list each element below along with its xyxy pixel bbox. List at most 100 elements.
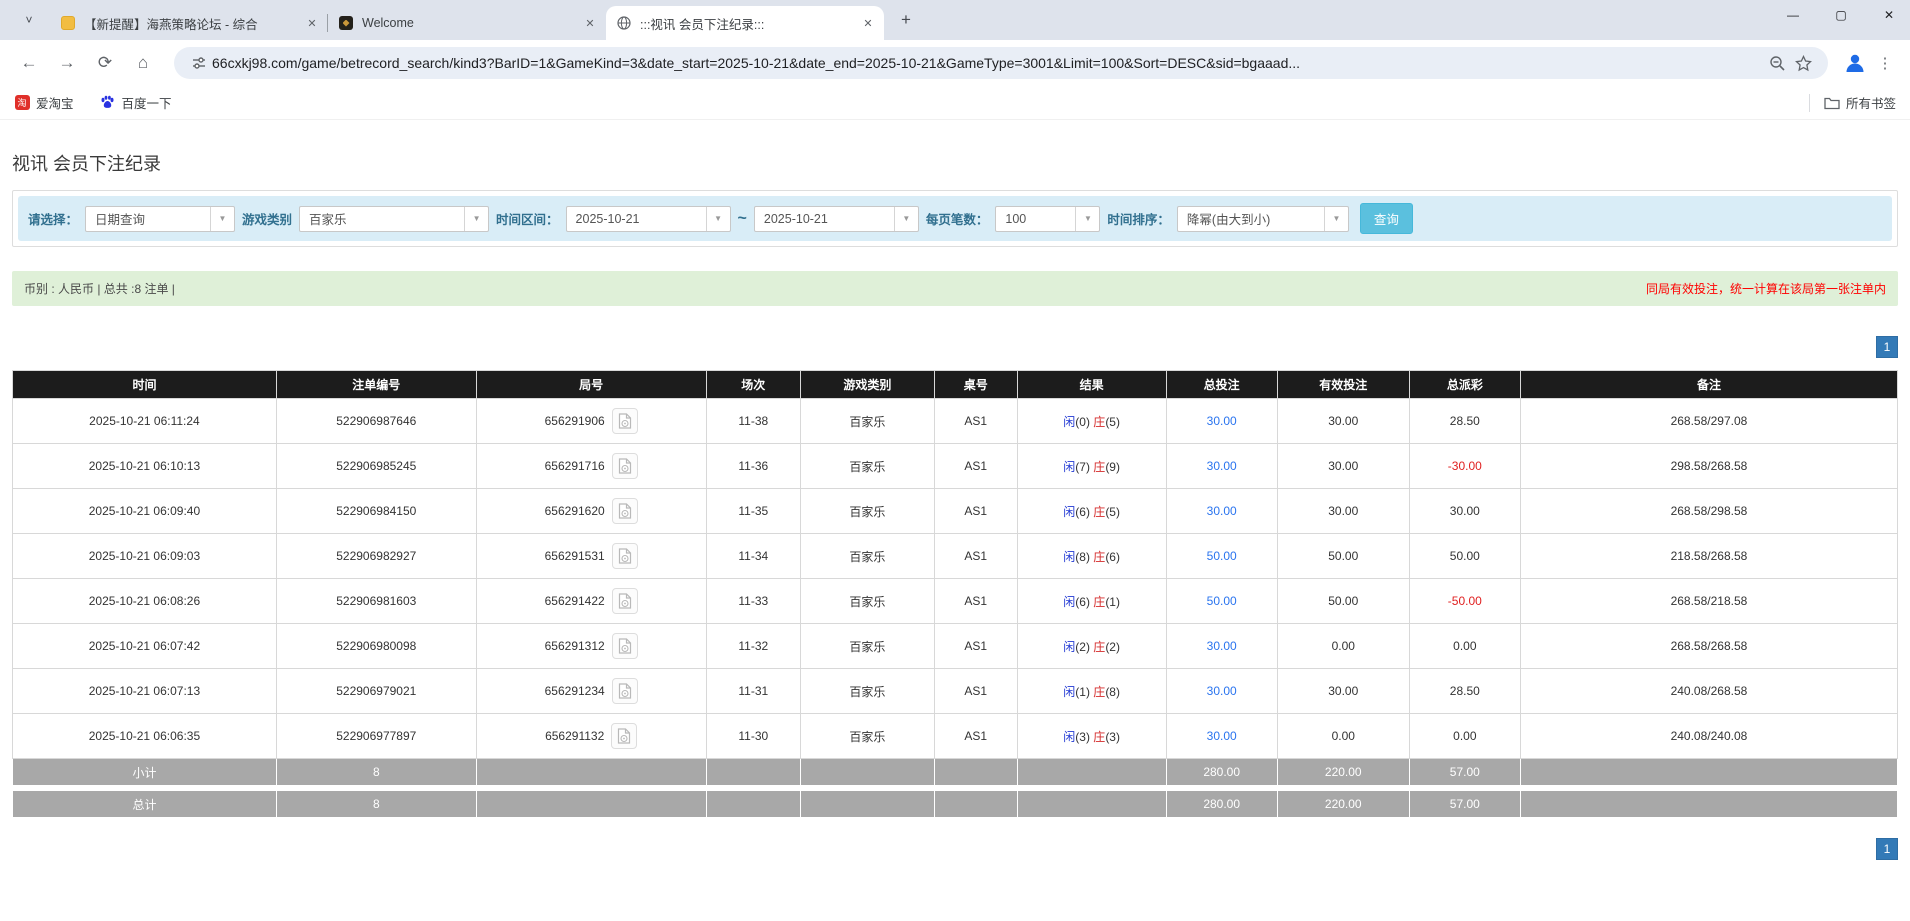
reload-button[interactable]: ⟳ <box>90 48 120 78</box>
cell-bet-id: 522906981603 <box>275 578 477 624</box>
bookmark-star-icon[interactable] <box>1790 54 1816 72</box>
cell-table-no: AS1 <box>933 713 1018 759</box>
forward-button[interactable]: → <box>52 48 82 78</box>
result-banker: 庄 <box>1093 639 1106 654</box>
cell-round: 656291422 <box>475 578 707 624</box>
all-bookmarks-button[interactable]: 所有书签 <box>1846 93 1896 112</box>
cell-table-no: AS1 <box>933 488 1018 534</box>
cell-valid-bet: 0.00 <box>1276 713 1410 759</box>
address-bar[interactable]: 66cxkj98.com/game/betrecord_search/kind3… <box>174 47 1828 79</box>
zoom-out-icon[interactable] <box>1764 55 1790 72</box>
cell-total-bet-link[interactable]: 30.00 <box>1165 443 1278 489</box>
footer-cell <box>475 758 707 786</box>
bookmark-aitaobao[interactable]: 淘 爱淘宝 <box>14 93 74 112</box>
cell-valid-bet: 30.00 <box>1276 443 1410 489</box>
cell-total-bet-link[interactable]: 30.00 <box>1165 488 1278 534</box>
video-record-icon[interactable] <box>611 588 638 614</box>
column-header: 有效投注 <box>1276 370 1410 399</box>
table-row: 2025-10-21 06:07:42 522906980098 656291312… <box>12 623 1899 669</box>
filter-panel: 请选择： 日期查询 ▼ 游戏类别 百家乐 ▼ 时间区间： 2025-10-21 ▼ ~… <box>12 190 1898 247</box>
tab-close-icon[interactable]: ✕ <box>304 15 320 31</box>
tab-forum[interactable]: 【新提醒】海燕策略论坛 - 综合 ✕ <box>50 6 328 40</box>
cell-note: 298.58/268.58 <box>1519 443 1899 489</box>
sort-select[interactable]: 降幂(由大到小) ▼ <box>1176 205 1349 232</box>
cell-session: 11-36 <box>705 443 801 489</box>
cell-time: 2025-10-21 06:09:03 <box>12 533 277 579</box>
result-banker-points: (9) <box>1105 459 1120 474</box>
cell-payout: 30.00 <box>1408 488 1521 534</box>
video-record-icon[interactable] <box>611 453 638 479</box>
tab-bet-records[interactable]: :::视讯 会员下注纪录::: ✕ <box>606 6 884 40</box>
folder-icon <box>1824 95 1840 111</box>
cell-note: 268.58/298.58 <box>1519 488 1899 534</box>
cell-session: 11-38 <box>705 398 801 444</box>
bookmark-baidu[interactable]: 百度一下 <box>100 93 172 112</box>
result-player: 闲 <box>1063 414 1076 429</box>
home-button[interactable]: ⌂ <box>128 48 158 78</box>
tab-close-icon[interactable]: ✕ <box>582 15 598 31</box>
cell-total-bet-link[interactable]: 30.00 <box>1165 668 1278 714</box>
result-player-points: (6) <box>1075 504 1090 519</box>
video-record-icon[interactable] <box>611 543 638 569</box>
site-settings-tune-icon[interactable] <box>186 55 212 71</box>
cell-result: 闲(2) 庄(2) <box>1016 623 1167 669</box>
date-start-select[interactable]: 2025-10-21 ▼ <box>565 205 731 232</box>
cell-total-bet-link[interactable]: 30.00 <box>1165 713 1278 759</box>
result-banker: 庄 <box>1093 594 1106 609</box>
video-record-icon[interactable] <box>611 723 638 749</box>
game-type-select[interactable]: 百家乐 ▼ <box>299 205 490 232</box>
pagination-page-1[interactable]: 1 <box>1876 838 1898 860</box>
date-end-select[interactable]: 2025-10-21 ▼ <box>753 205 919 232</box>
tab-title: Welcome <box>362 16 414 30</box>
round-number: 656291234 <box>544 684 605 698</box>
cell-time: 2025-10-21 06:10:13 <box>12 443 277 489</box>
profile-avatar[interactable] <box>1842 50 1868 76</box>
cell-total-bet-link[interactable]: 30.00 <box>1165 398 1278 444</box>
video-record-icon[interactable] <box>611 498 638 524</box>
tab-welcome[interactable]: Welcome ✕ <box>327 6 606 40</box>
bookmark-label: 百度一下 <box>121 97 172 111</box>
tab-search-chevron-icon[interactable]: ˅ <box>14 5 44 35</box>
window-close-button[interactable]: ✕ <box>1882 8 1896 22</box>
window-minimize-button[interactable]: — <box>1786 8 1800 22</box>
query-type-select[interactable]: 日期查询 ▼ <box>85 205 236 232</box>
cell-bet-id: 522906979021 <box>275 668 477 714</box>
cell-total-bet-link[interactable]: 50.00 <box>1165 533 1278 579</box>
window-maximize-button[interactable]: ▢ <box>1834 8 1848 22</box>
forum-favicon <box>60 15 76 31</box>
tab-close-icon[interactable]: ✕ <box>860 15 876 31</box>
video-record-icon[interactable] <box>611 678 638 704</box>
cell-note: 268.58/268.58 <box>1519 623 1899 669</box>
cell-total-bet-link[interactable]: 50.00 <box>1165 578 1278 624</box>
video-record-icon[interactable] <box>611 633 638 659</box>
browser-menu-button[interactable]: ⋮ <box>1874 54 1896 72</box>
new-tab-button[interactable]: + <box>892 6 920 34</box>
cell-total-bet-link[interactable]: 30.00 <box>1165 623 1278 669</box>
url-text[interactable]: 66cxkj98.com/game/betrecord_search/kind3… <box>212 55 1764 71</box>
table-row: 2025-10-21 06:08:26 522906981603 656291422… <box>12 578 1899 624</box>
search-button[interactable]: 查询 <box>1359 203 1413 234</box>
video-record-icon[interactable] <box>611 408 638 434</box>
result-banker: 庄 <box>1093 729 1106 744</box>
result-banker-points: (2) <box>1105 639 1120 654</box>
cell-valid-bet: 30.00 <box>1276 398 1410 444</box>
cell-note: 268.58/218.58 <box>1519 578 1899 624</box>
cell-note: 218.58/268.58 <box>1519 533 1899 579</box>
column-header: 结果 <box>1016 370 1167 399</box>
cell-time: 2025-10-21 06:07:42 <box>12 623 277 669</box>
column-header: 桌号 <box>933 370 1018 399</box>
subtotal-row: 小计 8 280.00 220.00 57.00 <box>12 758 1899 786</box>
cell-payout: 0.00 <box>1408 623 1521 669</box>
per-page-select[interactable]: 100 ▼ <box>995 205 1101 232</box>
round-number: 656291422 <box>544 594 605 608</box>
back-button[interactable]: ← <box>14 48 44 78</box>
tab-title: 【新提醒】海燕策略论坛 - 综合 <box>84 17 258 32</box>
footer-cell: 57.00 <box>1408 758 1521 786</box>
column-header: 场次 <box>705 370 801 399</box>
pagination-page-1[interactable]: 1 <box>1876 336 1898 358</box>
cell-bet-id: 522906985245 <box>275 443 477 489</box>
cell-session: 11-31 <box>705 668 801 714</box>
round-number: 656291132 <box>545 729 605 743</box>
browser-toolbar: ← → ⟳ ⌂ 66cxkj98.com/game/betrecord_sear… <box>0 40 1910 86</box>
cell-game-type: 百家乐 <box>799 533 935 579</box>
